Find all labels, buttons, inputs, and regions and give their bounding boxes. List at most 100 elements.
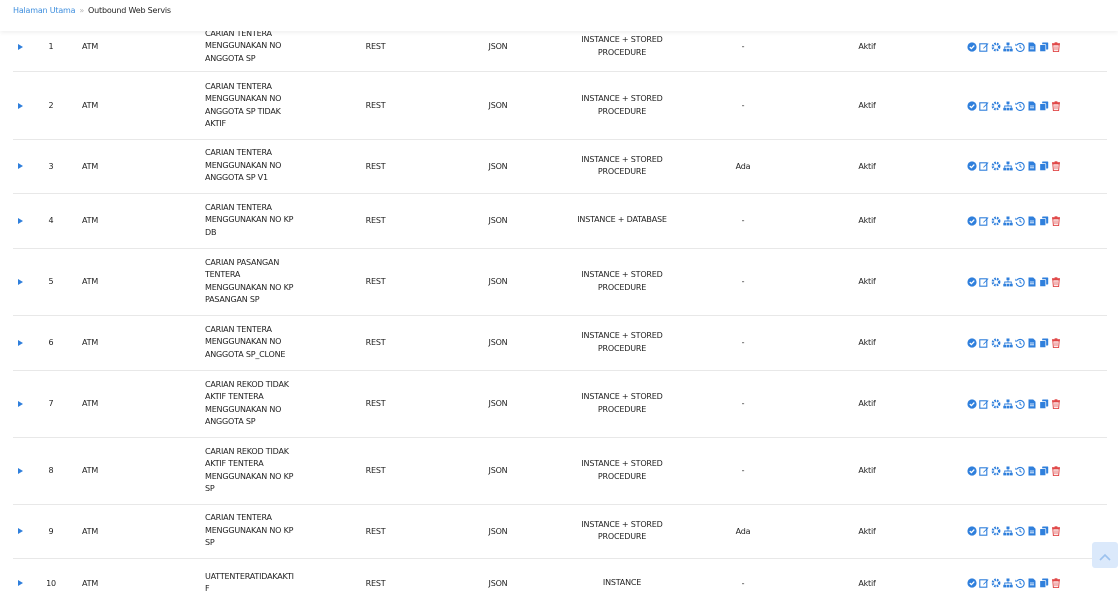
caret-right-icon[interactable]: [17, 580, 23, 586]
edit-icon[interactable]: [979, 101, 989, 111]
row-expand-toggle[interactable]: [13, 370, 27, 437]
history-icon[interactable]: [1015, 101, 1025, 111]
row-expand-toggle[interactable]: [13, 31, 27, 71]
edit-icon[interactable]: [979, 578, 989, 588]
document-icon[interactable]: [1027, 526, 1037, 536]
trash-icon[interactable]: [1051, 526, 1061, 536]
gear-icon[interactable]: [991, 526, 1001, 536]
sitemap-icon[interactable]: [1003, 466, 1013, 476]
check-circle-icon[interactable]: [967, 276, 977, 287]
row-expand-toggle[interactable]: [13, 248, 27, 315]
sitemap-icon[interactable]: [1003, 399, 1013, 409]
trash-icon[interactable]: [1051, 276, 1061, 287]
check-circle-icon[interactable]: [967, 41, 977, 52]
caret-right-icon[interactable]: [17, 217, 23, 224]
caret-right-icon[interactable]: [17, 163, 23, 169]
check-circle-icon[interactable]: [967, 100, 977, 111]
sitemap-icon[interactable]: [1003, 42, 1013, 52]
copy-icon[interactable]: [1039, 216, 1049, 226]
sitemap-icon[interactable]: [1003, 526, 1013, 536]
copy-icon[interactable]: [1039, 526, 1049, 536]
gear-icon[interactable]: [991, 277, 1001, 287]
copy-icon[interactable]: [1039, 338, 1049, 348]
edit-icon[interactable]: [979, 338, 989, 348]
caret-right-icon[interactable]: [17, 102, 23, 109]
caret-right-icon[interactable]: [17, 467, 23, 474]
row-expand-toggle[interactable]: [13, 504, 27, 558]
copy-icon[interactable]: [1039, 399, 1049, 409]
edit-icon[interactable]: [979, 216, 989, 226]
document-icon[interactable]: [1027, 161, 1037, 171]
check-circle-icon[interactable]: [967, 398, 977, 409]
history-icon[interactable]: [1015, 526, 1025, 536]
row-expand-toggle[interactable]: [13, 558, 27, 595]
history-icon[interactable]: [1015, 161, 1025, 171]
sitemap-icon[interactable]: [1003, 101, 1013, 111]
history-icon[interactable]: [1015, 216, 1025, 226]
document-icon[interactable]: [1027, 277, 1037, 287]
gear-icon[interactable]: [991, 101, 1001, 111]
trash-icon[interactable]: [1051, 398, 1061, 409]
row-expand-toggle[interactable]: [13, 437, 27, 504]
document-icon[interactable]: [1027, 101, 1037, 111]
caret-right-icon[interactable]: [17, 278, 23, 285]
check-circle-icon[interactable]: [967, 526, 977, 536]
trash-icon[interactable]: [1051, 215, 1061, 226]
caret-right-icon[interactable]: [17, 400, 23, 407]
sitemap-icon[interactable]: [1003, 161, 1013, 171]
caret-right-icon[interactable]: [17, 43, 23, 50]
document-icon[interactable]: [1027, 578, 1037, 588]
history-icon[interactable]: [1015, 42, 1025, 52]
document-icon[interactable]: [1027, 338, 1037, 348]
scroll-to-top-button[interactable]: [1092, 542, 1118, 568]
gear-icon[interactable]: [991, 42, 1001, 52]
document-icon[interactable]: [1027, 42, 1037, 52]
gear-icon[interactable]: [991, 399, 1001, 409]
copy-icon[interactable]: [1039, 466, 1049, 476]
edit-icon[interactable]: [979, 277, 989, 287]
row-expand-toggle[interactable]: [13, 193, 27, 248]
trash-icon[interactable]: [1051, 465, 1061, 476]
sitemap-icon[interactable]: [1003, 216, 1013, 226]
trash-icon[interactable]: [1051, 100, 1061, 111]
check-circle-icon[interactable]: [967, 578, 977, 588]
gear-icon[interactable]: [991, 466, 1001, 476]
check-circle-icon[interactable]: [967, 161, 977, 171]
gear-icon[interactable]: [991, 338, 1001, 348]
trash-icon[interactable]: [1051, 41, 1061, 52]
history-icon[interactable]: [1015, 466, 1025, 476]
copy-icon[interactable]: [1039, 101, 1049, 111]
check-circle-icon[interactable]: [967, 215, 977, 226]
caret-right-icon[interactable]: [17, 528, 23, 534]
copy-icon[interactable]: [1039, 578, 1049, 588]
gear-icon[interactable]: [991, 216, 1001, 226]
trash-icon[interactable]: [1051, 161, 1061, 171]
document-icon[interactable]: [1027, 216, 1037, 226]
breadcrumb-home-link[interactable]: Halaman Utama: [13, 6, 76, 15]
row-expand-toggle[interactable]: [13, 72, 27, 139]
trash-icon[interactable]: [1051, 337, 1061, 348]
sitemap-icon[interactable]: [1003, 578, 1013, 588]
row-expand-toggle[interactable]: [13, 139, 27, 193]
copy-icon[interactable]: [1039, 42, 1049, 52]
caret-right-icon[interactable]: [17, 339, 23, 346]
edit-icon[interactable]: [979, 526, 989, 536]
gear-icon[interactable]: [991, 578, 1001, 588]
check-circle-icon[interactable]: [967, 465, 977, 476]
sitemap-icon[interactable]: [1003, 338, 1013, 348]
edit-icon[interactable]: [979, 466, 989, 476]
gear-icon[interactable]: [991, 161, 1001, 171]
edit-icon[interactable]: [979, 161, 989, 171]
copy-icon[interactable]: [1039, 277, 1049, 287]
row-expand-toggle[interactable]: [13, 315, 27, 370]
trash-icon[interactable]: [1051, 578, 1061, 588]
document-icon[interactable]: [1027, 399, 1037, 409]
history-icon[interactable]: [1015, 338, 1025, 348]
history-icon[interactable]: [1015, 399, 1025, 409]
history-icon[interactable]: [1015, 578, 1025, 588]
edit-icon[interactable]: [979, 399, 989, 409]
copy-icon[interactable]: [1039, 161, 1049, 171]
check-circle-icon[interactable]: [967, 337, 977, 348]
document-icon[interactable]: [1027, 466, 1037, 476]
history-icon[interactable]: [1015, 277, 1025, 287]
